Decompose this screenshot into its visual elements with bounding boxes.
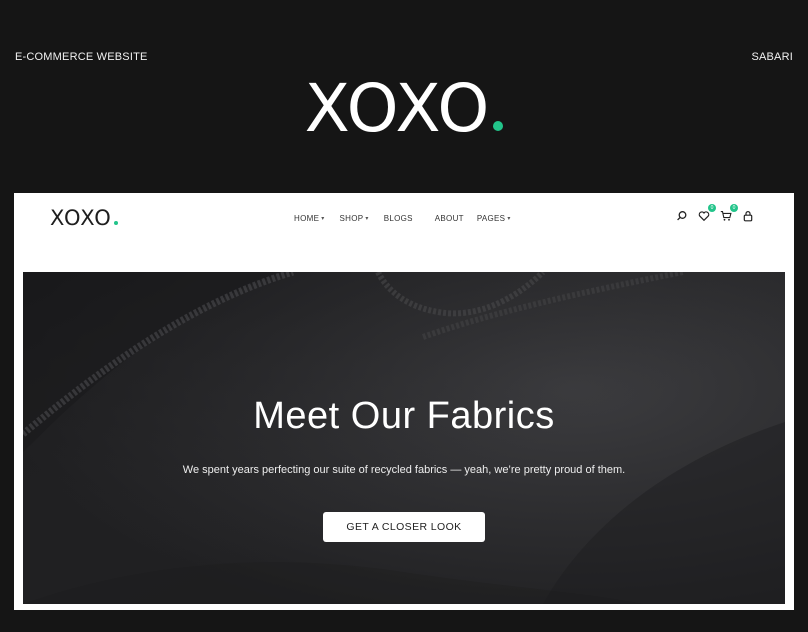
site-logo-dot — [113, 221, 118, 225]
site-navbar: XOXO HOME ▾ SHOP ▾ BLOGS ABOUT PAGES ▾ 0 0 — [14, 193, 794, 245]
heart-icon[interactable]: 0 — [698, 204, 716, 222]
nav-item-label: ABOUT — [434, 214, 464, 223]
project-type-label: E-COMMERCE WEBSITE — [15, 51, 148, 63]
brand-logo-large: XOXO — [0, 72, 808, 146]
hero-title: Meet Our Fabrics — [253, 395, 555, 437]
nav-item-pages[interactable]: PAGES ▾ — [477, 214, 511, 223]
nav-item-home[interactable]: HOME ▾ — [294, 214, 325, 223]
caret-down-icon: ▾ — [507, 216, 511, 222]
nav-item-label: PAGES — [476, 214, 506, 223]
main-menu: HOME ▾ SHOP ▾ BLOGS ABOUT PAGES ▾ — [294, 214, 511, 223]
site-logo[interactable]: XOXO — [50, 206, 118, 230]
website-preview: XOXO HOME ▾ SHOP ▾ BLOGS ABOUT PAGES ▾ 0 0 — [14, 193, 794, 610]
nav-item-label: BLOGS — [383, 214, 413, 223]
brand-logo-dot — [493, 121, 504, 131]
brand-logo-text: XOXO — [304, 70, 491, 147]
search-icon[interactable] — [676, 210, 688, 222]
nav-item-shop[interactable]: SHOP ▾ — [340, 214, 369, 223]
nav-item-about[interactable]: ABOUT — [435, 214, 464, 223]
hero-subtitle: We spent years perfecting our suite of r… — [182, 464, 626, 476]
wishlist-count-badge: 0 — [708, 204, 716, 212]
caret-down-icon: ▾ — [365, 216, 369, 222]
nav-item-label: SHOP — [339, 214, 364, 223]
author-label: SABARI — [751, 51, 793, 63]
nav-icon-group: 0 0 — [676, 204, 754, 222]
nav-item-label: HOME — [294, 214, 320, 223]
fabric-background-image — [23, 272, 785, 604]
hero-banner: Meet Our Fabrics We spent years perfecti… — [23, 272, 785, 604]
site-logo-text: XOXO — [50, 206, 112, 230]
cart-count-badge: 0 — [730, 204, 738, 212]
cart-icon[interactable]: 0 — [720, 204, 738, 222]
caret-down-icon: ▾ — [321, 216, 325, 222]
nav-item-blogs[interactable]: BLOGS — [384, 214, 413, 223]
closer-look-button[interactable]: GET A CLOSER LOOK — [323, 512, 485, 542]
lock-icon[interactable] — [742, 210, 754, 222]
